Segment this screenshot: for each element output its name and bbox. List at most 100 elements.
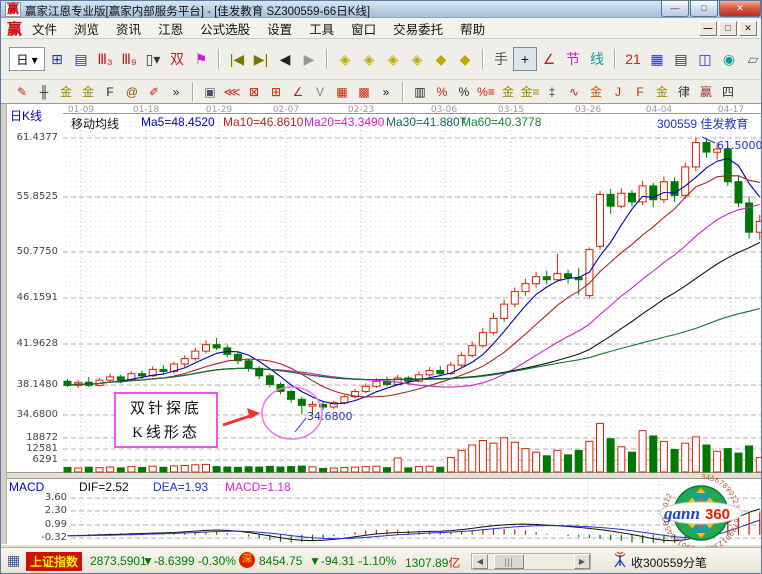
diamond-right-icon[interactable]: ◈ xyxy=(357,47,381,71)
horizontal-scrollbar[interactable]: ◀ ▶ xyxy=(471,553,591,570)
web-icon[interactable]: ◉ xyxy=(717,47,741,71)
f-angle-icon[interactable]: F xyxy=(629,82,651,101)
mdi-minimize-button[interactable]: — xyxy=(699,21,717,36)
more-tools-1-icon[interactable]: » xyxy=(165,82,187,101)
info-view-icon[interactable]: ▤ xyxy=(69,47,93,71)
minimize-button[interactable]: — xyxy=(661,1,689,17)
si-angle-icon[interactable]: 四 xyxy=(717,82,739,101)
pen-tool-icon[interactable]: ✎ xyxy=(11,82,33,101)
analysis-flag-icon[interactable]: ⚑ xyxy=(189,47,213,71)
angle-tool-icon[interactable]: ∠ xyxy=(537,47,561,71)
toolbar-separator xyxy=(482,49,484,69)
chip-distribution-icon[interactable]: ▥ xyxy=(409,82,431,101)
gold-lines-icon[interactable]: 金≡ xyxy=(519,82,541,101)
maximize-button[interactable]: □ xyxy=(690,1,718,17)
calculator-icon[interactable]: ▦ xyxy=(645,47,669,71)
panel-splitter-1[interactable] xyxy=(1,472,761,479)
scroll-thumb[interactable] xyxy=(494,554,524,569)
measure-tool-icon[interactable]: ‡ xyxy=(541,82,563,101)
j-angle-icon[interactable]: J xyxy=(607,82,629,101)
lv-angle-icon[interactable]: 律 xyxy=(673,82,695,101)
wave-tool-icon[interactable]: ∿ xyxy=(563,82,585,101)
v-lines-icon[interactable]: V xyxy=(309,82,331,101)
menu-item-4[interactable]: 江恩 xyxy=(158,19,183,38)
marker-tool-icon[interactable]: ✐ xyxy=(143,82,165,101)
menu-item-3[interactable]: 资讯 xyxy=(116,19,141,38)
box-tool-icon[interactable]: ▣ xyxy=(199,82,221,101)
diamond-zoom-in-icon[interactable]: ◆ xyxy=(429,47,453,71)
menu-item-5[interactable]: 公式选股 xyxy=(200,19,250,38)
compare-icon[interactable]: 双 xyxy=(165,47,189,71)
diamond-zoom-out-icon[interactable]: ◆ xyxy=(453,47,477,71)
diamond-left-icon[interactable]: ◈ xyxy=(333,47,357,71)
ying-angle-icon[interactable]: 赢 xyxy=(695,82,717,101)
price-axis-label: 34.6800 xyxy=(1,409,58,420)
title-bar[interactable]: 赢 赢家江恩专业版[赢家内部服务平台] - [佳发教育 SZ300559-66日… xyxy=(1,1,761,18)
step-back-icon[interactable]: ◀ xyxy=(273,47,297,71)
spiral-tool-icon[interactable]: @ xyxy=(121,82,143,101)
close-button[interactable]: ✕ xyxy=(719,1,761,17)
line-tool-icon[interactable]: 线 xyxy=(585,47,609,71)
report-icon[interactable]: ▤ xyxy=(669,47,693,71)
fan-box-2-icon[interactable]: ⊞ xyxy=(265,82,287,101)
mdi-close-button[interactable]: ✕ xyxy=(739,21,757,36)
date-axis-label: 01-29 xyxy=(199,105,239,115)
step-forward-icon[interactable]: ▶ xyxy=(297,47,321,71)
order-icon[interactable]: ▱ xyxy=(741,47,762,71)
high-price-label: 61.5000 xyxy=(717,139,762,152)
menu-item-6[interactable]: 设置 xyxy=(267,19,292,38)
bars-9-icon[interactable]: Ⅲ₉ xyxy=(117,47,141,71)
fan-box-1-icon[interactable]: ⊠ xyxy=(243,82,265,101)
percent-line-1-icon[interactable]: % xyxy=(431,82,453,101)
volume-axis-label: 12581 xyxy=(1,443,58,454)
menu-item-7[interactable]: 工具 xyxy=(309,19,334,38)
volume-axis-label: 6291 xyxy=(1,454,58,465)
skip-last-icon[interactable]: ▶| xyxy=(249,47,273,71)
menu-bar: 赢 文件浏览资讯江恩公式选股设置工具窗口交易委托帮助 —□✕ xyxy=(1,18,761,39)
fib-grid-icon[interactable]: F xyxy=(99,82,121,101)
gold-grid-2-icon[interactable]: 金 xyxy=(77,82,99,101)
candle-style-selector[interactable]: ▯▾ xyxy=(141,47,165,71)
calendar-21-icon[interactable]: 21 xyxy=(621,47,645,71)
menu-item-2[interactable]: 浏览 xyxy=(74,19,99,38)
gold-grid-1-icon[interactable]: 金 xyxy=(55,82,77,101)
crosshair-tool-icon[interactable]: + xyxy=(513,47,537,71)
annotation-box: 双针探底 K线形态 xyxy=(114,392,218,448)
sz-index-icon[interactable]: 深 xyxy=(239,552,255,568)
red-grid-2-icon[interactable]: ▩ xyxy=(353,82,375,101)
jie-tool-icon[interactable]: 节 xyxy=(561,47,585,71)
percent-tool-icon[interactable]: % xyxy=(453,82,475,101)
diamond-shrink-icon[interactable]: ◈ xyxy=(405,47,429,71)
gold-circle-icon[interactable]: 金 xyxy=(497,82,519,101)
quote-table-icon[interactable]: ▦ xyxy=(7,552,20,569)
sz-index-change: ▼-94.31 -1.10% xyxy=(309,554,396,568)
sh-index-badge[interactable]: 上证指数 xyxy=(26,552,82,571)
bars-3-icon[interactable]: Ⅲ₃ xyxy=(93,47,117,71)
scroll-track[interactable] xyxy=(488,554,574,569)
more-tools-2-icon[interactable]: » xyxy=(375,82,397,101)
scroll-left-button[interactable]: ◀ xyxy=(472,554,488,569)
fan-lines-icon[interactable]: ⋘ xyxy=(221,82,243,101)
menu-item-8[interactable]: 窗口 xyxy=(351,19,376,38)
angle-lines-icon[interactable]: ∠ xyxy=(287,82,309,101)
volume-axis-label: 18872 xyxy=(1,432,58,443)
gann-grid-icon[interactable]: ╫ xyxy=(33,82,55,101)
menu-item-10[interactable]: 帮助 xyxy=(460,19,485,38)
annotation-line-1: 双针探底 xyxy=(116,397,216,421)
red-grid-1-icon[interactable]: ▦ xyxy=(331,82,353,101)
turnover-unit: 亿 xyxy=(448,556,460,570)
drawing-toolbar: ✎╫金金F@✐»▣⋘⊠⊞∠V▦▩»▥%%%≡金金≡‡∿金JF金律赢四 xyxy=(1,80,761,104)
hand-tool-icon[interactable]: 手 xyxy=(489,47,513,71)
percent-levels-icon[interactable]: %≡ xyxy=(475,82,497,101)
diamond-expand-icon[interactable]: ◈ xyxy=(381,47,405,71)
menu-item-1[interactable]: 文件 xyxy=(32,19,57,38)
gold-angle-red-icon[interactable]: 金 xyxy=(585,82,607,101)
mdi-restore-button[interactable]: □ xyxy=(719,21,737,36)
menu-item-9[interactable]: 交易委托 xyxy=(393,19,443,38)
period-day-selector[interactable]: 日 ▾ xyxy=(9,47,45,71)
gold-angle-icon[interactable]: 金 xyxy=(651,82,673,101)
skip-first-icon[interactable]: |◀ xyxy=(225,47,249,71)
scroll-right-button[interactable]: ▶ xyxy=(574,554,590,569)
save-icon[interactable]: ◫ xyxy=(693,47,717,71)
graph-window-icon[interactable]: ⊞ xyxy=(45,47,69,71)
